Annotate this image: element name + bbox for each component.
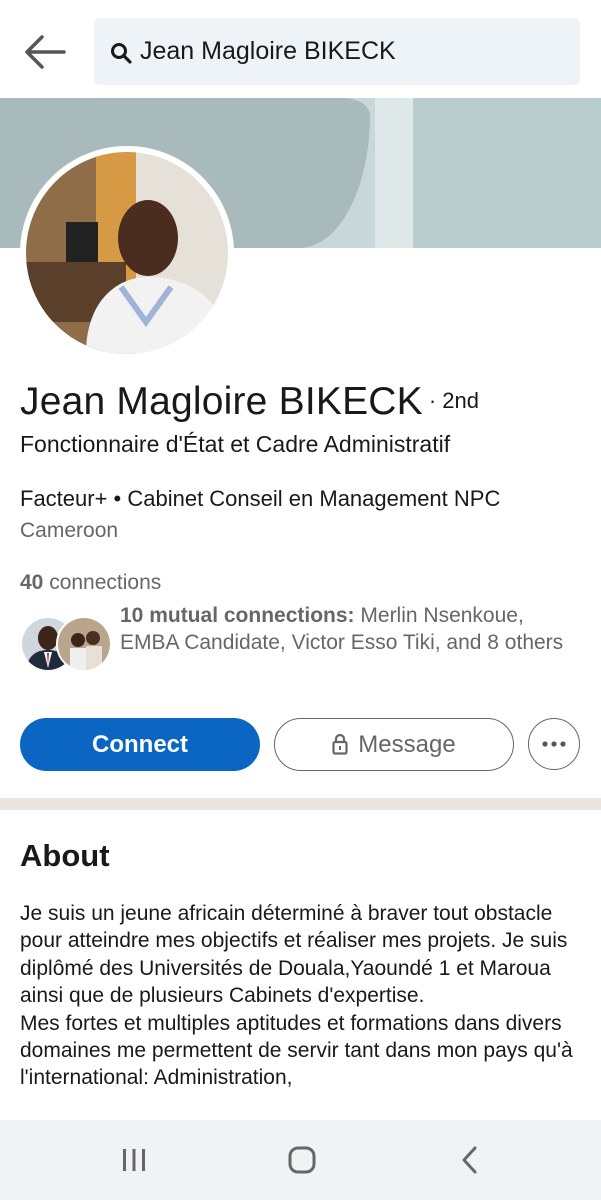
search-input[interactable]: Jean Magloire BIKECK: [94, 18, 580, 85]
connection-degree: · 2nd: [428, 388, 480, 413]
search-query: Jean Magloire BIKECK: [140, 37, 396, 65]
chevron-left-icon: [462, 1146, 477, 1174]
top-bar: Jean Magloire BIKECK: [0, 0, 601, 98]
recents-icon: [123, 1149, 145, 1171]
more-actions-button[interactable]: [528, 718, 580, 770]
home-button[interactable]: [282, 1140, 322, 1180]
profile-company: Facteur+ • Cabinet Conseil en Management…: [20, 486, 501, 511]
profile-headline: Fonctionnaire d'État et Cadre Administra…: [20, 431, 451, 457]
lock-icon: [332, 733, 348, 755]
about-paragraph: Mes fortes et multiples aptitudes et for…: [20, 1011, 573, 1090]
back-button[interactable]: [22, 32, 68, 72]
profile-photo[interactable]: [20, 146, 234, 360]
avatar: [26, 152, 228, 354]
profile-name-line: Jean Magloire BIKECK · 2nd: [20, 380, 479, 424]
system-back-button[interactable]: [450, 1140, 490, 1180]
about-text: Je suis un jeune africain déterminé à br…: [20, 900, 590, 1092]
profile-name: Jean Magloire BIKECK: [20, 380, 423, 423]
recents-button[interactable]: [114, 1140, 154, 1180]
about-paragraph: Je suis un jeune africain déterminé à br…: [20, 902, 568, 1008]
connection-count-number: 40: [20, 571, 44, 594]
mutual-connections-count: 10 mutual connections:: [120, 604, 355, 627]
mutual-avatar: [56, 616, 112, 672]
about-heading: About: [20, 838, 110, 873]
more-horizontal-icon: [542, 741, 566, 747]
connection-count-label: connections: [49, 571, 162, 594]
search-icon: [111, 43, 132, 64]
message-button-label: Message: [358, 731, 456, 758]
profile-location: Cameroon: [20, 519, 119, 542]
connect-button[interactable]: Connect: [20, 718, 260, 771]
system-nav-bar: [0, 1120, 601, 1200]
mutual-connections-text[interactable]: 10 mutual connections: Merlin Nsenkoue, …: [120, 602, 580, 656]
mutual-connection-avatars[interactable]: [20, 616, 112, 674]
arrow-left-icon: [25, 35, 66, 69]
message-button[interactable]: Message: [274, 718, 514, 771]
home-icon: [288, 1146, 316, 1174]
connection-count[interactable]: 40 connections: [20, 571, 161, 595]
section-divider: [0, 798, 601, 810]
